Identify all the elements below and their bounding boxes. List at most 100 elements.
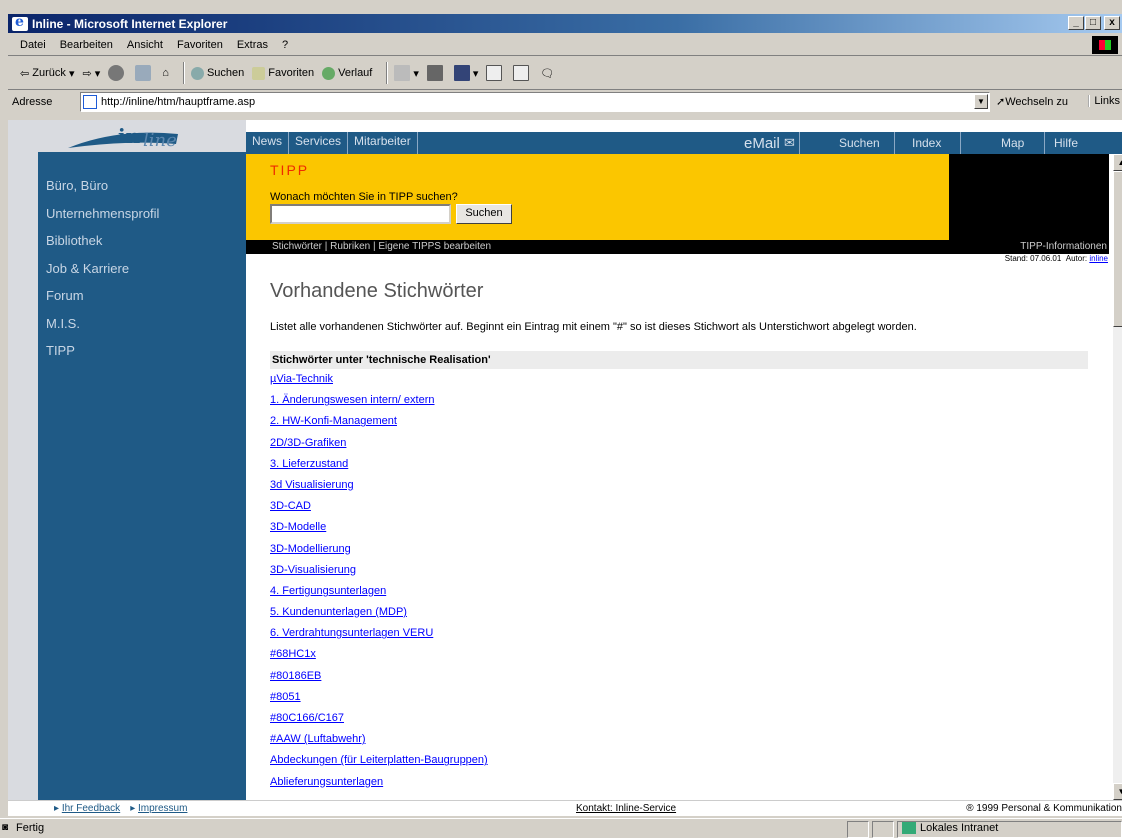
author-link[interactable]: inline (1089, 254, 1108, 263)
sidebar-item-job-karriere[interactable]: Job & Karriere (46, 261, 159, 289)
intranet-icon (902, 822, 916, 834)
keyword-link[interactable]: Abdeckungen (für Leiterplatten-Baugruppe… (270, 754, 1100, 775)
tipp-links[interactable]: Stichwörter | Rubriken | Eigene TIPPS be… (272, 241, 491, 252)
links-button[interactable]: Links (1088, 95, 1120, 107)
inline-logo[interactable]: in line (58, 124, 228, 151)
menu-ansicht[interactable]: Ansicht (127, 39, 163, 51)
keyword-link[interactable]: 4. Fertigungsunterlagen (270, 585, 1100, 606)
address-dropdown-button[interactable]: ▼ (974, 94, 988, 109)
history-button[interactable]: Verlauf (322, 66, 372, 80)
stop-button[interactable] (108, 65, 127, 81)
discuss-button[interactable] (486, 65, 505, 81)
sidebar-item-bibliothek[interactable]: Bibliothek (46, 233, 159, 261)
tipp-search-panel: TIPP Wonach möchten Sie in TIPP suchen? … (246, 154, 949, 240)
keyword-link[interactable]: 3d Visualisierung (270, 479, 1100, 500)
stop-icon (108, 65, 125, 81)
windows-logo-icon (1092, 36, 1118, 54)
email-link[interactable]: eMail ✉ (740, 132, 800, 154)
menu-extras[interactable]: Extras (237, 39, 268, 51)
tipp-search-button[interactable]: Suchen (456, 204, 512, 224)
tab-suchen[interactable]: Suchen (831, 132, 895, 154)
keyword-link[interactable]: 3D-Visualisierung (270, 564, 1100, 585)
author-label: Autor: (1065, 254, 1088, 263)
tab-news[interactable]: News (246, 132, 290, 154)
keyword-link[interactable]: 3. Lieferzustand (270, 458, 1100, 479)
menu-favoriten[interactable]: Favoriten (177, 39, 223, 51)
menu-bar: Datei Bearbeiten Ansicht Favoriten Extra… (8, 34, 1122, 56)
tab-hilfe[interactable]: Hilfe (1052, 132, 1078, 154)
sidebar-item-forum[interactable]: Forum (46, 288, 159, 316)
keyword-link[interactable]: 3D-Modellierung (270, 543, 1100, 564)
keyword-link[interactable]: 3D-Modelle (270, 521, 1100, 542)
home-icon: ⌂ (162, 67, 169, 79)
maximize-button[interactable]: □ (1085, 16, 1101, 30)
menu-help[interactable]: ? (282, 39, 288, 51)
scroll-thumb[interactable] (1113, 171, 1122, 327)
sidebar-item-buero[interactable]: Büro, Büro (46, 178, 159, 206)
contact-link[interactable]: Kontakt: Inline-Service (576, 803, 676, 814)
research-button[interactable] (513, 65, 532, 81)
print-icon (426, 65, 443, 81)
sidebar-item-unternehmensprofil[interactable]: Unternehmensprofil (46, 206, 159, 234)
window-title: Inline - Microsoft Internet Explorer (32, 16, 228, 31)
messenger-button[interactable]: 🗨 (540, 67, 554, 80)
tipp-search-input[interactable] (270, 204, 451, 224)
section-header: Stichwörter unter 'technische Realisatio… (270, 351, 1088, 369)
tab-services[interactable]: Services (289, 132, 349, 154)
feedback-link[interactable]: Ihr Feedback (62, 803, 120, 814)
go-button[interactable]: ➚ Wechseln zu (996, 95, 1068, 109)
refresh-button[interactable] (135, 65, 154, 81)
keyword-link[interactable]: #80C166/C167 (270, 712, 1100, 733)
keyword-link[interactable]: Ablieferungsunterlagen (270, 776, 1100, 797)
keyword-link[interactable]: 2. HW-Konfi-Management (270, 415, 1100, 436)
keyword-link[interactable]: #8051 (270, 691, 1100, 712)
keyword-link[interactable]: 5. Kundenunterlagen (MDP) (270, 606, 1100, 627)
copyright-text: ® 1999 Personal & Kommunikation (966, 803, 1122, 814)
sidebar-item-tipp[interactable]: TIPP (46, 343, 159, 371)
menu-bearbeiten[interactable]: Bearbeiten (60, 39, 113, 51)
sidebar-item-mis[interactable]: M.I.S. (46, 316, 159, 344)
menu-datei[interactable]: Datei (20, 39, 46, 51)
keyword-link[interactable]: #68HC1x (270, 648, 1100, 669)
keyword-link[interactable]: 1. Änderungswesen intern/ extern (270, 394, 1100, 415)
status-page-icon: ◙ (2, 822, 9, 833)
scroll-up-button[interactable]: ▲ (1113, 154, 1122, 171)
forward-button[interactable]: ⇨ ▾ (82, 67, 100, 80)
address-input[interactable]: http://inline/htm/hauptframe.asp (80, 92, 990, 112)
tab-map[interactable]: Map (961, 132, 1045, 154)
footer-links: ▸ Ihr Feedback ▸ Impressum (54, 803, 188, 814)
research-icon (513, 65, 530, 81)
stand-date: Stand: 07.06.01 (1004, 254, 1062, 263)
security-zone: Lokales Intranet (902, 822, 998, 834)
keyword-link[interactable]: 3D-CAD (270, 500, 1100, 521)
history-icon (322, 66, 336, 80)
vertical-scrollbar[interactable]: ▲ ▼ (1113, 154, 1122, 800)
page-title: Vorhandene Stichwörter (270, 280, 484, 302)
minimize-button[interactable]: _ (1068, 16, 1084, 30)
search-button[interactable]: Suchen (190, 66, 244, 80)
close-button[interactable]: x (1104, 16, 1120, 30)
status-pane (872, 821, 894, 838)
left-navigation: in line Büro, Büro Unternehmensprofil Bi… (8, 120, 246, 800)
back-arrow-icon: ⇦ (20, 67, 30, 80)
keyword-link[interactable]: #AAW (Luftabwehr) (270, 733, 1100, 754)
keyword-link[interactable]: 6. Verdrahtungsunterlagen VERU (270, 627, 1100, 648)
print-button[interactable] (426, 65, 446, 81)
favorites-button[interactable]: Favoriten (252, 66, 314, 80)
keyword-link[interactable]: 2D/3D-Grafiken (270, 437, 1100, 458)
keyword-link[interactable]: #80186EB (270, 670, 1100, 691)
mail-button[interactable]: ▾ (394, 65, 419, 81)
impressum-link[interactable]: Impressum (138, 803, 187, 814)
address-bar: Adresse http://inline/htm/hauptframe.asp… (8, 91, 1122, 113)
home-button[interactable]: ⌂ (162, 67, 169, 79)
edit-button[interactable]: ▾ (453, 65, 478, 81)
messenger-icon: 🗨 (540, 67, 555, 80)
keyword-link[interactable]: µVia-Technik (270, 373, 1100, 394)
scroll-down-button[interactable]: ▼ (1113, 783, 1122, 800)
tab-index[interactable]: Index (895, 132, 961, 154)
back-button[interactable]: ⇦ Zurück ▾ (20, 67, 74, 80)
tipp-info-link[interactable]: TIPP-Informationen (1020, 240, 1107, 254)
web-page: in line Büro, Büro Unternehmensprofil Bi… (8, 120, 1122, 800)
tab-mitarbeiter[interactable]: Mitarbeiter (348, 132, 418, 154)
stand-info: Stand: 07.06.01 Autor: inline (1005, 254, 1108, 263)
